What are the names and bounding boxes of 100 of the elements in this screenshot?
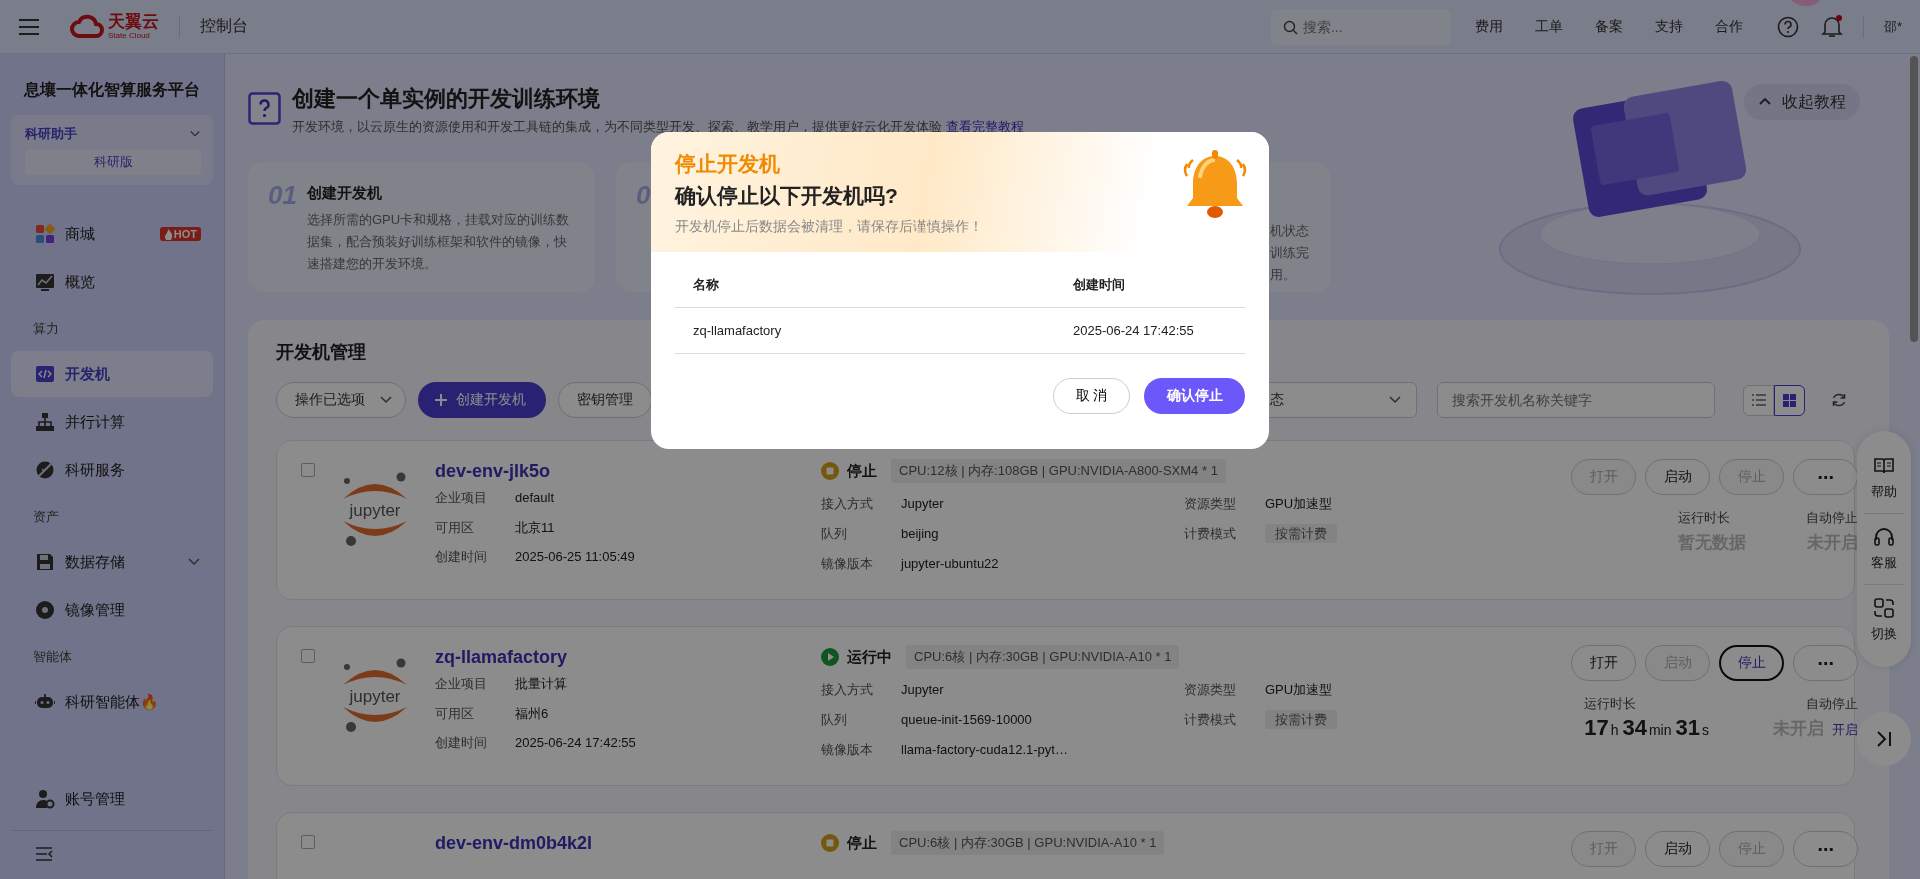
field-value: GPU加速型	[1265, 682, 1333, 697]
list-icon	[1751, 394, 1766, 406]
field-value: 2025-06-25 11:05:49	[515, 548, 635, 566]
sidebar-item[interactable]: 镜像管理	[11, 587, 213, 633]
logo-subtitle: State Cloud	[108, 32, 151, 40]
field-value: default	[515, 489, 555, 507]
confirm-button[interactable]: 确认停止	[1144, 378, 1245, 414]
field-label: 创建时间	[435, 734, 488, 752]
machine-name-link[interactable]: dev-env-dm0b4k2l	[435, 831, 821, 855]
duration-value: 31	[1675, 715, 1700, 741]
action-button[interactable]: 停止	[1719, 645, 1784, 681]
sidebar-item[interactable]: 商城 HOT	[11, 211, 213, 257]
view-toggle[interactable]	[1774, 384, 1805, 416]
column-header: 名称	[693, 275, 720, 294]
person-gear-icon	[35, 789, 55, 809]
more-button[interactable]: ⋯	[1793, 645, 1858, 681]
help-icon[interactable]	[1776, 15, 1799, 38]
duration-unit: s	[1702, 722, 1709, 738]
workspace-selector[interactable]: 科研助手 科研版	[11, 115, 213, 185]
bell-icon[interactable]	[1820, 14, 1843, 39]
field-label: 计费模式	[1184, 525, 1237, 543]
hot-badge: HOT	[159, 227, 201, 241]
step-text: 训练完	[1270, 244, 1309, 262]
checkbox[interactable]	[301, 835, 315, 849]
sidebar-item[interactable]: 数据存储	[11, 539, 213, 585]
section-label: 算力	[32, 320, 60, 338]
search-field[interactable]: 搜索开发机名称关键字	[1437, 382, 1715, 418]
stat-label: 自动停止	[1806, 509, 1858, 527]
collapse-tutorial-button[interactable]: 收起教程	[1744, 84, 1860, 120]
machine-name-link[interactable]: dev-env-jlk5o	[435, 459, 821, 483]
step-text: 用。	[1270, 266, 1297, 284]
tutorial-link[interactable]: 查看完整教程	[945, 119, 1024, 134]
nav-link[interactable]: 合作	[1714, 17, 1743, 36]
billing-tag: 按需计费	[1265, 524, 1337, 543]
arrow-to-line-icon	[1874, 729, 1894, 749]
checkbox[interactable]	[301, 463, 315, 477]
stat-label: 运行时长	[1584, 695, 1637, 713]
user-name[interactable]: 邵*	[1883, 17, 1902, 36]
machine-name-link[interactable]: zq-llamafactory	[435, 645, 821, 669]
action-button[interactable]: 启动	[1645, 459, 1710, 495]
more-button[interactable]: ⋯	[1793, 831, 1858, 867]
cancel-button[interactable]: 取 消	[1053, 378, 1130, 414]
switch-icon	[1873, 597, 1895, 619]
field-label: 资源类型	[1184, 681, 1237, 699]
spec-tag: CPU:12核 | 内存:108GB | GPU:NVIDIA-A800-SXM4 * 1	[891, 459, 1226, 483]
field-value: queue-init-1569-10000	[901, 712, 1032, 727]
sidebar-item[interactable]: 科研智能体🔥	[11, 679, 213, 725]
more-button[interactable]: ⋯	[1793, 459, 1858, 495]
field-value: 批量计算	[515, 675, 567, 693]
field-label: 队列	[821, 525, 848, 543]
action-button[interactable]: 启动	[1645, 831, 1710, 867]
field-label: 可用区	[435, 518, 475, 537]
field-label: 计费模式	[1184, 711, 1237, 729]
duration-unit: min	[1648, 722, 1672, 738]
section-label: 智能体	[32, 648, 73, 666]
float-panel-item[interactable]: 客服	[1864, 514, 1904, 585]
action-button[interactable]: 打开	[1571, 645, 1636, 681]
sidebar-item[interactable]: 账号管理	[11, 776, 213, 822]
sidebar-item[interactable]: 并行计算	[11, 399, 213, 445]
field-label: 镜像版本	[821, 741, 874, 759]
nav-link[interactable]: 工单	[1534, 17, 1563, 36]
page-title: 控制台	[200, 16, 248, 36]
tutorial-title: 创建一个单实例的开发训练环境	[292, 85, 601, 113]
create-button[interactable]: 创建开发机	[418, 382, 546, 418]
dialog-title: 停止开发机	[675, 151, 781, 177]
float-panel-item[interactable]: 帮助	[1864, 443, 1904, 514]
refresh-icon[interactable]	[1831, 392, 1847, 408]
field-value: 北京11	[515, 518, 555, 537]
field-value: 福州6	[515, 704, 549, 723]
logo-text: 天翼云	[108, 13, 159, 30]
billing-tag: 按需计费	[1265, 710, 1337, 729]
sidebar-item[interactable]: 概览	[11, 259, 213, 305]
key-management-button[interactable]: 密钥管理	[558, 382, 652, 418]
code-icon	[35, 364, 55, 384]
menu-icon[interactable]	[18, 17, 40, 36]
duration-unit: h	[1610, 722, 1619, 738]
table-cell-text: zq-llamafactory	[693, 323, 783, 338]
cloud-icon	[70, 13, 104, 40]
sidebar-item[interactable]: 开发机	[11, 351, 213, 397]
nav-link[interactable]: 支持	[1654, 17, 1683, 36]
enable-link[interactable]: 开启	[1832, 721, 1858, 739]
spec-tag: CPU:6核 | 内存:30GB | GPU:NVIDIA-A10 * 1	[906, 645, 1180, 669]
nav-link[interactable]: 费用	[1474, 17, 1503, 36]
spec-tag: CPU:6核 | 内存:30GB | GPU:NVIDIA-A10 * 1	[891, 831, 1165, 855]
scrollbar[interactable]	[1910, 56, 1918, 342]
section-label: 资产	[32, 508, 60, 526]
step-text: 机状态	[1270, 222, 1309, 240]
checkbox[interactable]	[301, 649, 315, 663]
question-mark-icon	[248, 92, 282, 128]
bulk-action-dropdown[interactable]: 操作已选项	[276, 382, 406, 418]
float-panel-item[interactable]: 切换	[1864, 585, 1904, 655]
sidebar-item[interactable]: 科研服务	[11, 447, 213, 493]
field-value: Jupyter	[901, 682, 944, 697]
chart-icon	[35, 272, 55, 292]
nav-link[interactable]: 备案	[1594, 17, 1623, 36]
search-field[interactable]: 搜索...	[1270, 8, 1451, 45]
collapse-menu-icon[interactable]	[35, 847, 53, 861]
jupyter-logo: jupyter	[335, 469, 415, 549]
field-label: 可用区	[435, 704, 475, 723]
workspace-label: 科研助手	[25, 125, 77, 143]
